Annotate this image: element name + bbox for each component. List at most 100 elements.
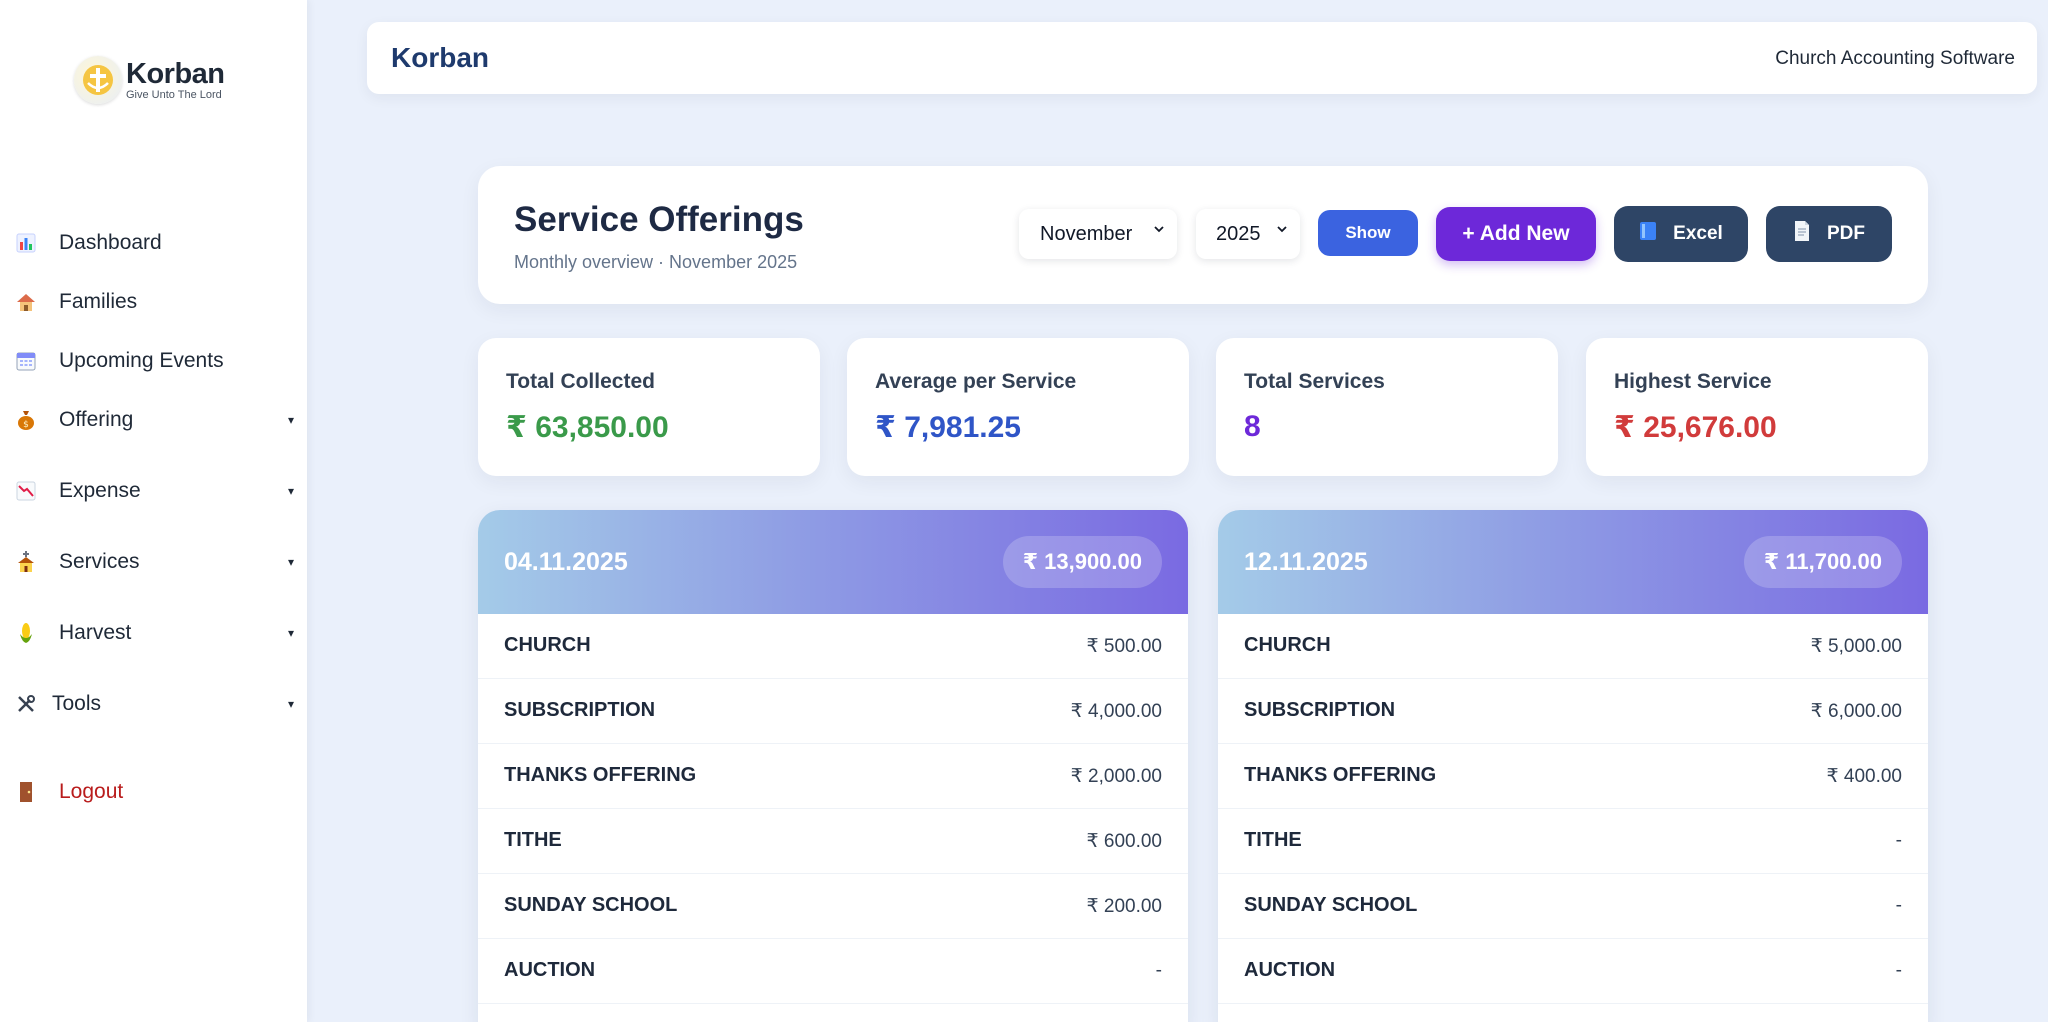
offering-row: SUBSCRIPTION ₹ 6,000.00 [1218, 679, 1928, 744]
offering-name: CHURCH [504, 634, 591, 656]
stat-value: ₹ 7,981.25 [875, 411, 1021, 444]
sidebar-item-label: Families [59, 290, 138, 313]
offering-name: SUNDAY SCHOOL [1244, 894, 1418, 916]
offering-row: TITHE - [1218, 809, 1928, 874]
service-date: 12.11.2025 [1244, 548, 1368, 576]
offering-name: SUNDAY SCHOOL [504, 894, 678, 916]
offering-amount: ₹ 4,000.00 [1070, 701, 1162, 722]
stat-label: Total Collected [506, 370, 655, 393]
year-select-value: 2025 [1216, 222, 1261, 245]
offering-row: SUNDAY SCHOOL - [1218, 874, 1928, 939]
offering-row: SUBSCRIPTION ₹ 4,000.00 [478, 679, 1188, 744]
offering-name: THANKS OFFERING [1244, 764, 1437, 786]
offering-amount: ₹ 5,000.00 [1810, 636, 1902, 657]
service-card-header: 04.11.2025 ₹ 13,900.00 [478, 510, 1188, 614]
sidebar-item-tools[interactable]: Tools ▾ [14, 684, 294, 724]
offering-name: AUCTION [504, 959, 596, 981]
service-card: 04.11.2025 ₹ 13,900.00 CHURCH ₹ 500.00 SU… [478, 510, 1188, 1022]
chevron-down-icon [1277, 226, 1287, 233]
service-total-badge: ₹ 13,900.00 [1002, 536, 1162, 588]
tools-icon [14, 692, 38, 716]
offering-row: SUNDAY SCHOOL ₹ 200.00 [478, 874, 1188, 939]
service-date: 04.11.2025 [504, 548, 628, 576]
sidebar-item-services[interactable]: Services ▾ [14, 542, 294, 582]
page-header-card: Service Offerings Monthly overview · Nov… [478, 166, 1928, 304]
stat-card-total-services: Total Services 8 [1216, 338, 1558, 476]
offering-amount: ₹ 2,000.00 [1070, 766, 1162, 787]
chevron-down-icon: ▾ [287, 555, 294, 569]
offering-amount: - [1895, 960, 1902, 981]
show-button[interactable]: Show [1318, 210, 1418, 256]
offering-name: CHURCH [1244, 634, 1331, 656]
offering-amount: ₹ 600.00 [1086, 831, 1162, 852]
offering-amount: - [1895, 895, 1902, 916]
sidebar-item-offering[interactable]: $ Offering ▾ [14, 400, 294, 440]
document-icon [1793, 220, 1811, 248]
sidebar-item-harvest[interactable]: Harvest ▾ [14, 613, 294, 653]
add-new-button[interactable]: + Add New [1436, 207, 1596, 261]
chevron-down-icon: ▾ [287, 413, 294, 427]
stat-label: Average per Service [875, 370, 1077, 393]
chevron-down-icon: ▾ [287, 626, 294, 640]
money-bag-icon: $ [14, 408, 38, 432]
offering-amount: ₹ 500.00 [1086, 636, 1162, 657]
sidebar-item-families[interactable]: Families [14, 282, 294, 322]
stat-label: Total Services [1244, 370, 1385, 393]
offering-name: TITHE [1244, 829, 1302, 851]
sidebar-item-label: Tools [52, 692, 102, 715]
export-excel-button[interactable]: Excel [1614, 206, 1748, 262]
offering-row: AUCTION - [478, 939, 1188, 1004]
bar-chart-icon [14, 231, 38, 255]
offering-name: THANKS OFFERING [504, 764, 697, 786]
service-card: 12.11.2025 ₹ 11,700.00 CHURCH ₹ 5,000.00 … [1218, 510, 1928, 1022]
offering-name: SUBSCRIPTION [504, 699, 656, 721]
offering-row: TITHE ₹ 600.00 [478, 809, 1188, 874]
logo-tagline: Give Unto The Lord [126, 89, 222, 101]
month-select-value: November [1040, 222, 1133, 245]
offering-amount: ₹ 200.00 [1086, 896, 1162, 917]
page-title: Service Offerings [514, 200, 804, 239]
offering-row: CHURCH ₹ 5,000.00 [1218, 614, 1928, 679]
stat-card-total-collected: Total Collected ₹ 63,850.00 [478, 338, 820, 476]
offering-name: TITHE [504, 829, 562, 851]
year-select[interactable]: 2025 [1196, 209, 1300, 259]
chevron-down-icon [1154, 226, 1164, 233]
excel-label: Excel [1673, 223, 1723, 244]
top-bar: Korban Church Accounting Software [367, 22, 2037, 94]
export-pdf-button[interactable]: PDF [1766, 206, 1892, 262]
offering-amount: - [1155, 960, 1162, 981]
sidebar-item-label: Harvest [59, 621, 132, 644]
sidebar-item-label: Offering [59, 408, 134, 431]
sidebar-item-dashboard[interactable]: Dashboard [14, 223, 294, 263]
offering-amount: ₹ 6,000.00 [1810, 701, 1902, 722]
stat-label: Highest Service [1614, 370, 1772, 393]
corn-icon [14, 621, 38, 645]
calendar-icon [14, 349, 38, 373]
sidebar-item-upcoming-events[interactable]: Upcoming Events [14, 341, 294, 381]
sidebar: Korban Give Unto The Lord Dashboard Fami… [0, 0, 307, 1022]
stat-value: ₹ 63,850.00 [506, 411, 669, 444]
service-card-header: 12.11.2025 ₹ 11,700.00 [1218, 510, 1928, 614]
offering-name: SUBSCRIPTION [1244, 699, 1396, 721]
sidebar-item-label: Services [59, 550, 140, 573]
offering-row: THANKS OFFERING ₹ 400.00 [1218, 744, 1928, 809]
stat-card-average-per-service: Average per Service ₹ 7,981.25 [847, 338, 1189, 476]
offering-row: AUCTION - [1218, 939, 1928, 1004]
sidebar-item-label: Expense [59, 479, 141, 502]
sidebar-item-label: Upcoming Events [59, 349, 224, 372]
sidebar-item-logout[interactable]: Logout [14, 772, 294, 812]
service-total-badge: ₹ 11,700.00 [1743, 536, 1902, 588]
app-logo[interactable]: Korban Give Unto The Lord [74, 56, 225, 104]
month-select[interactable]: November [1019, 209, 1177, 259]
house-icon [14, 290, 38, 314]
logo-name: Korban [126, 58, 225, 90]
book-icon [1639, 221, 1657, 247]
sidebar-item-label: Dashboard [59, 231, 162, 254]
stat-value: ₹ 25,676.00 [1614, 411, 1777, 444]
church-icon [14, 550, 38, 574]
page-subtitle: Monthly overview · November 2025 [514, 252, 798, 272]
offering-amount: ₹ 400.00 [1826, 766, 1902, 787]
sidebar-item-expense[interactable]: Expense ▾ [14, 471, 294, 511]
chevron-down-icon: ▾ [287, 697, 294, 711]
svg-text:$: $ [23, 420, 29, 430]
